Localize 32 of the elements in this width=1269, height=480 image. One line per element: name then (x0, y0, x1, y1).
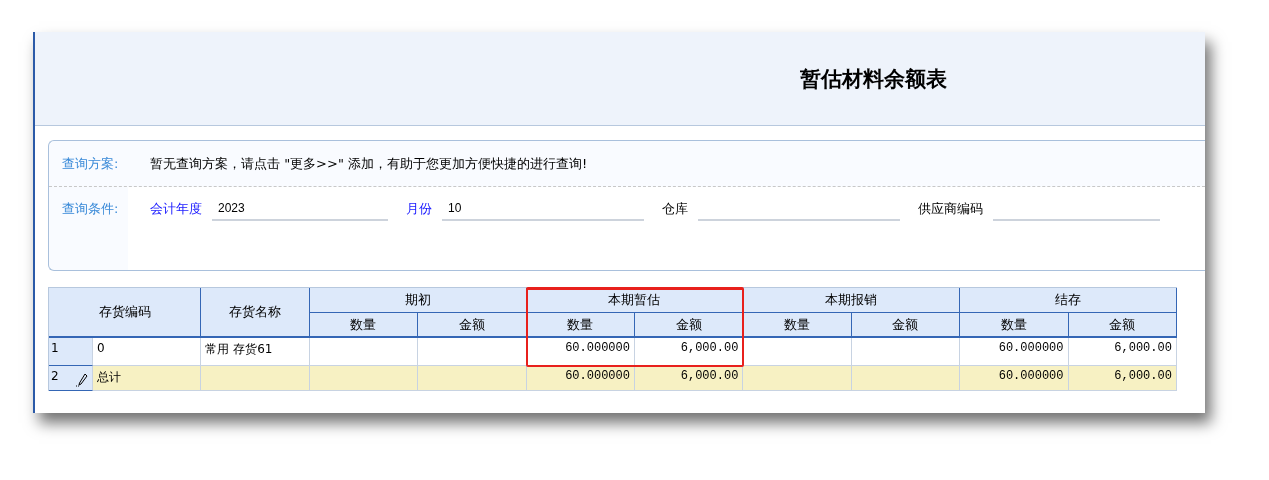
field-label: 月份 (406, 200, 433, 218)
column-header: 存货编码 (49, 288, 202, 338)
group-header: 本期暂估 (526, 288, 744, 313)
field-label: 会计年度 (150, 200, 203, 218)
row-number: 2 (49, 366, 93, 391)
group-header: 本期报销 (743, 288, 961, 313)
table-cell: 6,000.00 (634, 366, 744, 391)
table-cell: 6,000.00 (1068, 366, 1177, 391)
column-header: 金额 (418, 313, 527, 338)
scheme-message: 暂无查询方案，请点击 "更多>>" 添加，有助于您更加方便快捷的进行查询! (150, 154, 588, 173)
pencil-icon (76, 373, 88, 387)
group-header: 期初 (309, 288, 527, 313)
conditions-label: 查询条件: (62, 200, 120, 218)
column-header: 金额 (851, 313, 961, 338)
table-cell: 总计 (93, 366, 202, 391)
row-number: 1 (49, 338, 93, 366)
column-header: 金额 (634, 313, 744, 338)
scheme-label: 查询方案: (62, 154, 120, 173)
column-header: 数量 (526, 313, 635, 338)
table-cell: 60.000000 (526, 366, 635, 391)
field-label: 供应商编码 (918, 200, 984, 218)
column-header: 金额 (1068, 313, 1177, 338)
report-title: 暂估材料余额表 (800, 65, 947, 93)
table-cell: 6,000.00 (634, 338, 744, 366)
column-header: 数量 (743, 313, 852, 338)
field-label: 仓库 (662, 200, 689, 218)
column-header: 数量 (309, 313, 419, 338)
column-header: 数量 (960, 313, 1069, 338)
table-cell: 60.000000 (526, 338, 635, 366)
column-header: 存货名称 (201, 288, 310, 338)
group-header: 结存 (960, 288, 1177, 313)
table-cell: 60.000000 (960, 366, 1069, 391)
